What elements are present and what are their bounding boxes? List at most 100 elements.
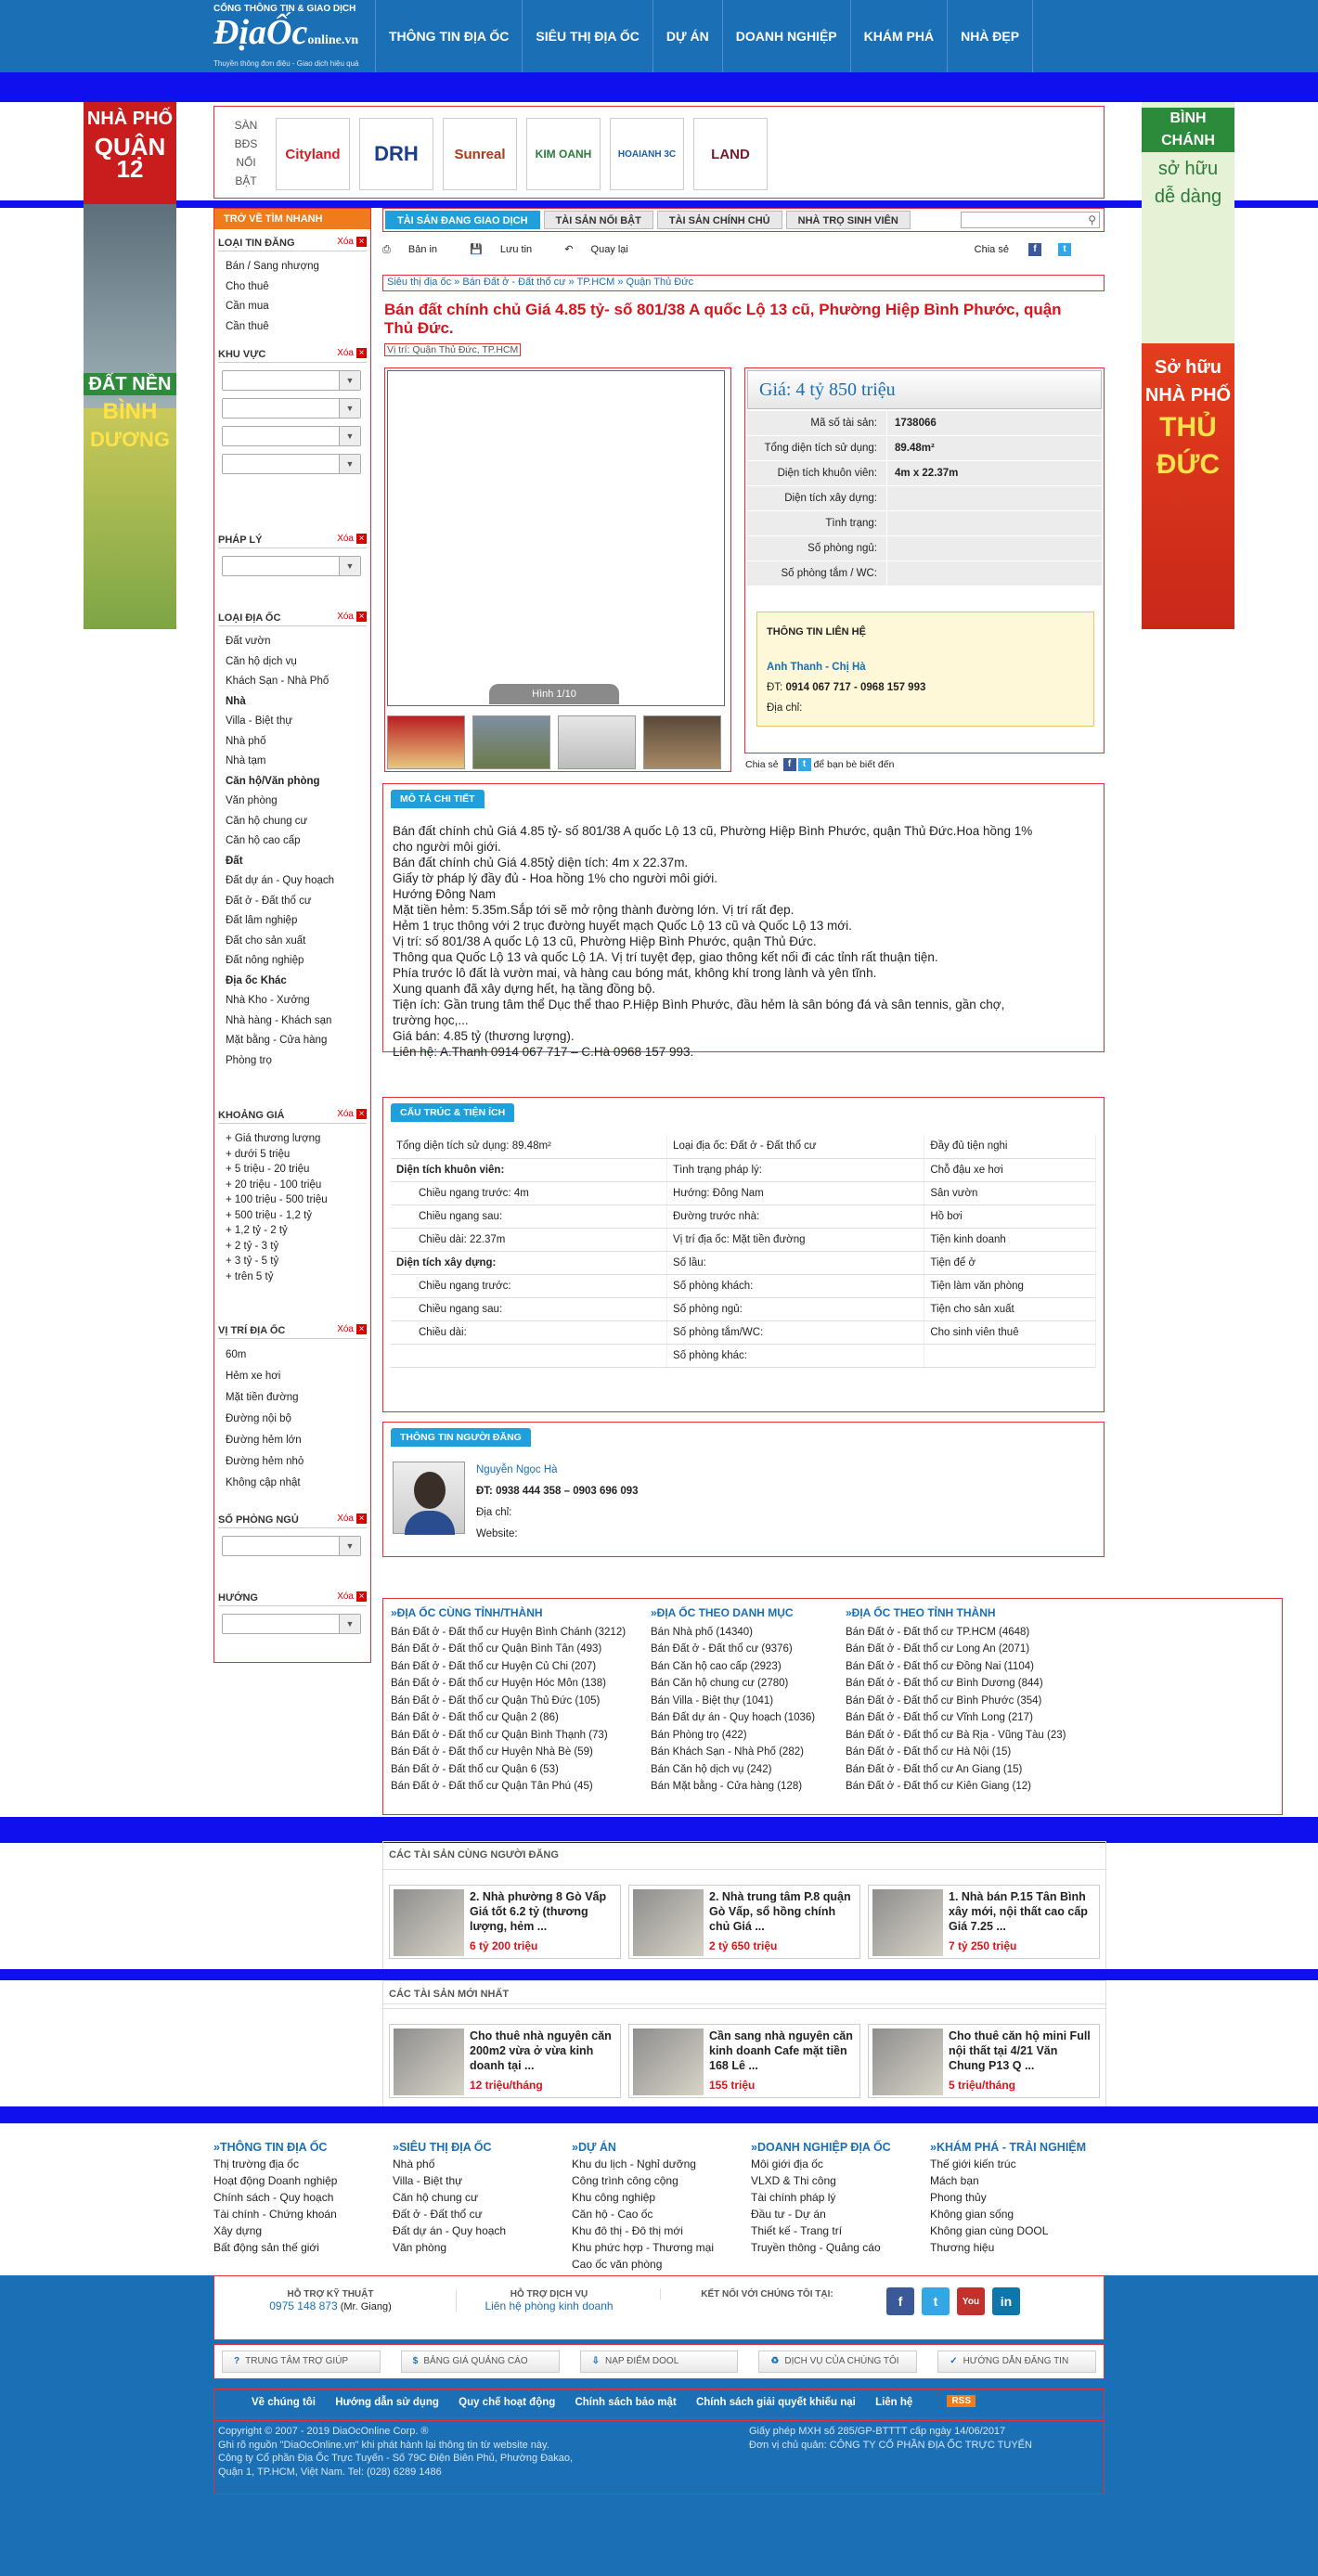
facebook-icon[interactable]: f (886, 2287, 914, 2315)
listing-card[interactable]: 2. Nhà phường 8 Gò Vấp Giá tốt 6.2 tỷ (t… (389, 1885, 621, 1959)
related-link[interactable]: Bán Đất ở - Đất thổ cư Quận Bình Thạnh (… (391, 1727, 632, 1745)
print-button[interactable]: ⎙ Bản in (382, 244, 452, 255)
twitter-icon[interactable]: t (797, 758, 811, 771)
footer-link[interactable]: Bất động sản thế giới (213, 2239, 371, 2256)
price-range-option[interactable]: + dưới 5 triệu (226, 1147, 367, 1163)
contact-name[interactable]: Anh Thanh - Chị Hà (767, 657, 1084, 677)
related-link[interactable]: Bán Đất ở - Đất thổ cư Huyện Hóc Môn (13… (391, 1675, 632, 1693)
broker-logo[interactable]: Sunreal (443, 118, 517, 190)
search-input[interactable]: ⚲ (961, 212, 1100, 228)
filter-option[interactable]: Căn hộ dịch vụ (226, 652, 367, 673)
price-range-option[interactable]: + 20 triệu - 100 triệu (226, 1178, 367, 1193)
broker-logo[interactable]: LAND (693, 118, 768, 190)
legal-select[interactable] (222, 556, 361, 576)
filter-option[interactable]: Đất nông nghiệp (226, 951, 367, 972)
listing-card-title[interactable]: Cho thuê nhà nguyên căn 200m2 vừa ở vừa … (470, 2029, 614, 2073)
listing-card[interactable]: Cho thuê nhà nguyên căn 200m2 vừa ở vừa … (389, 2024, 621, 2098)
listing-card-title[interactable]: 2. Nhà phường 8 Gò Vấp Giá tốt 6.2 tỷ (t… (470, 1889, 614, 1934)
area-select[interactable] (222, 398, 361, 419)
footer-link[interactable]: Khu đô thị - Đô thị mới (572, 2222, 730, 2239)
filter-option[interactable]: Nhà phố (226, 732, 367, 753)
footer-link[interactable]: Chính sách - Quy hoạch (213, 2189, 371, 2206)
clear-button[interactable]: Xóa (337, 1591, 367, 1602)
footer-link[interactable]: Thương hiệu (930, 2239, 1088, 2256)
clear-button[interactable]: Xóa (337, 1324, 367, 1334)
related-link[interactable]: Bán Đất ở - Đất thổ cư Quận Tân Phú (45) (391, 1778, 632, 1796)
filter-option[interactable]: Cần thuê (226, 317, 367, 338)
price-range-option[interactable]: + 100 triệu - 500 triệu (226, 1192, 367, 1208)
related-link[interactable]: Bán Đất ở - Đất thổ cư Bình Phước (354) (846, 1693, 1078, 1710)
related-link[interactable]: Bán Đất ở - Đất thổ cư Đồng Nai (1104) (846, 1658, 1078, 1676)
price-range-option[interactable]: + trên 5 tỷ (226, 1269, 367, 1285)
related-link[interactable]: Bán Căn hộ dịch vụ (242) (651, 1761, 836, 1779)
broker-logo[interactable]: HOAIANH 3C (610, 118, 684, 190)
filter-option[interactable]: Đường nội bộ (226, 1409, 367, 1430)
nav-thong-tin[interactable]: THÔNG TIN ĐỊA ỐC (375, 0, 522, 72)
filter-option[interactable]: Căn hộ cao cấp (226, 831, 367, 852)
footer-heading[interactable]: »SIÊU THỊ ĐỊA ỐC (393, 2139, 550, 2156)
breadcrumb[interactable]: Siêu thị địa ốc » Bán Đất ở - Đất thổ cư… (382, 275, 1105, 291)
listing-thumbnail[interactable] (872, 1889, 943, 1956)
filter-option[interactable]: Nhà tạm (226, 752, 367, 772)
filter-option[interactable]: 60m (226, 1345, 367, 1366)
sales-contact-link[interactable]: Liên hệ phòng kinh doanh (457, 2299, 641, 2312)
listing-card-title[interactable]: 1. Nhà bán P.15 Tân Bình xây mới, nội th… (949, 1889, 1093, 1934)
footer-heading[interactable]: »THÔNG TIN ĐỊA ỐC (213, 2139, 371, 2156)
filter-option[interactable]: Đất dự án - Quy hoạch (226, 871, 367, 892)
footer-link[interactable]: Không gian cùng DOOL (930, 2222, 1088, 2239)
filter-option[interactable]: Đất lâm nghiệp (226, 911, 367, 932)
price-range-option[interactable]: + 3 tỷ - 5 tỷ (226, 1254, 367, 1269)
filter-option[interactable]: Địa ốc Khác (226, 972, 367, 992)
listing-thumbnail[interactable] (633, 2029, 704, 2095)
related-link[interactable]: Bán Đất ở - Đất thổ cư Quận 6 (53) (391, 1761, 632, 1779)
footer-heading[interactable]: »DỰ ÁN (572, 2139, 730, 2156)
twitter-icon[interactable]: t (1058, 243, 1071, 256)
related-link[interactable]: Bán Đất ở - Đất thổ cư Hà Nội (15) (846, 1744, 1078, 1761)
footer-link[interactable]: Thế giới kiến trúc (930, 2156, 1088, 2172)
ad-pricing-button[interactable]: $ BẢNG GIÁ QUẢNG CÁO (400, 2351, 560, 2373)
tab-dang-giao-dich[interactable]: TÀI SẢN ĐANG GIAO DỊCH (385, 211, 540, 229)
clear-button[interactable]: Xóa (337, 348, 367, 358)
footer-link[interactable]: Môi giới địa ốc (751, 2156, 909, 2172)
listing-card-title[interactable]: 2. Nhà trung tâm P.8 quận Gò Vấp, sổ hồn… (709, 1889, 854, 1934)
related-link[interactable]: Bán Đất ở - Đất thổ cư Quận Bình Tân (49… (391, 1641, 632, 1658)
footer-link[interactable]: Quy chế hoạt động (459, 2397, 555, 2408)
filter-option[interactable]: Căn hộ chung cư (226, 812, 367, 832)
clear-button[interactable]: Xóa (337, 612, 367, 622)
footer-link[interactable]: Hoạt động Doanh nghiệp (213, 2172, 371, 2189)
footer-link[interactable]: Phong thủy (930, 2189, 1088, 2206)
listing-thumbnail[interactable] (394, 2029, 464, 2095)
footer-link[interactable]: Chính sách giải quyết khiếu nại (696, 2397, 856, 2408)
footer-link[interactable]: Căn hộ chung cư (393, 2189, 550, 2206)
listing-thumbnail[interactable] (633, 1889, 704, 1956)
back-button[interactable]: ↶ Quay lại (564, 244, 643, 255)
related-link[interactable]: Bán Đất ở - Đất thổ cư TP.HCM (4648) (846, 1624, 1078, 1642)
related-link[interactable]: Bán Đất ở - Đất thổ cư Quận 2 (86) (391, 1709, 632, 1727)
footer-link[interactable]: Truyền thông - Quảng cáo (751, 2239, 909, 2256)
filter-option[interactable]: Đất (226, 852, 367, 872)
related-link[interactable]: Bán Nhà phố (14340) (651, 1624, 836, 1642)
footer-link[interactable]: VLXD & Thi công (751, 2172, 909, 2189)
nav-kham-pha[interactable]: KHÁM PHÁ (849, 0, 947, 72)
listing-card[interactable]: Cần sang nhà nguyên căn kinh doanh Cafe … (628, 2024, 860, 2098)
right-banner-ad[interactable]: BÌNH CHÁNH sở hữu dễ dàng Sở hữu NHÀ PHỐ… (1142, 102, 1234, 629)
related-link[interactable]: Bán Đất ở - Đất thổ cư Long An (2071) (846, 1641, 1078, 1658)
topup-button[interactable]: ⇩ NẠP ĐIỂM DOOL (579, 2351, 739, 2373)
tab-noi-bat[interactable]: TÀI SẢN NỔI BẬT (543, 211, 653, 229)
filter-option[interactable]: Đất ở - Đất thổ cư (226, 892, 367, 912)
filter-option[interactable]: Đường hẻm lớn (226, 1430, 367, 1451)
filter-option[interactable]: Đất vườn (226, 632, 367, 652)
related-link[interactable]: Bán Đất ở - Đất thổ cư Huyện Bình Chánh … (391, 1624, 632, 1642)
filter-option[interactable]: Villa - Biệt thự (226, 712, 367, 732)
help-center-button[interactable]: ? TRUNG TÂM TRỢ GIÚP (222, 2351, 381, 2373)
price-range-option[interactable]: + Giá thương lượng (226, 1131, 367, 1147)
area-select[interactable] (222, 426, 361, 446)
price-range-option[interactable]: + 5 triệu - 20 triệu (226, 1162, 367, 1178)
listing-card[interactable]: 1. Nhà bán P.15 Tân Bình xây mới, nội th… (868, 1885, 1100, 1959)
footer-link[interactable]: Chính sách bảo mật (575, 2397, 676, 2408)
footer-link[interactable]: Về chúng tôi (252, 2397, 316, 2408)
direction-select[interactable] (222, 1614, 361, 1634)
related-link[interactable]: Bán Căn hộ chung cư (2780) (651, 1675, 836, 1693)
listing-card-title[interactable]: Cần sang nhà nguyên căn kinh doanh Cafe … (709, 2029, 854, 2073)
footer-link[interactable]: Đầu tư - Dự án (751, 2206, 909, 2222)
